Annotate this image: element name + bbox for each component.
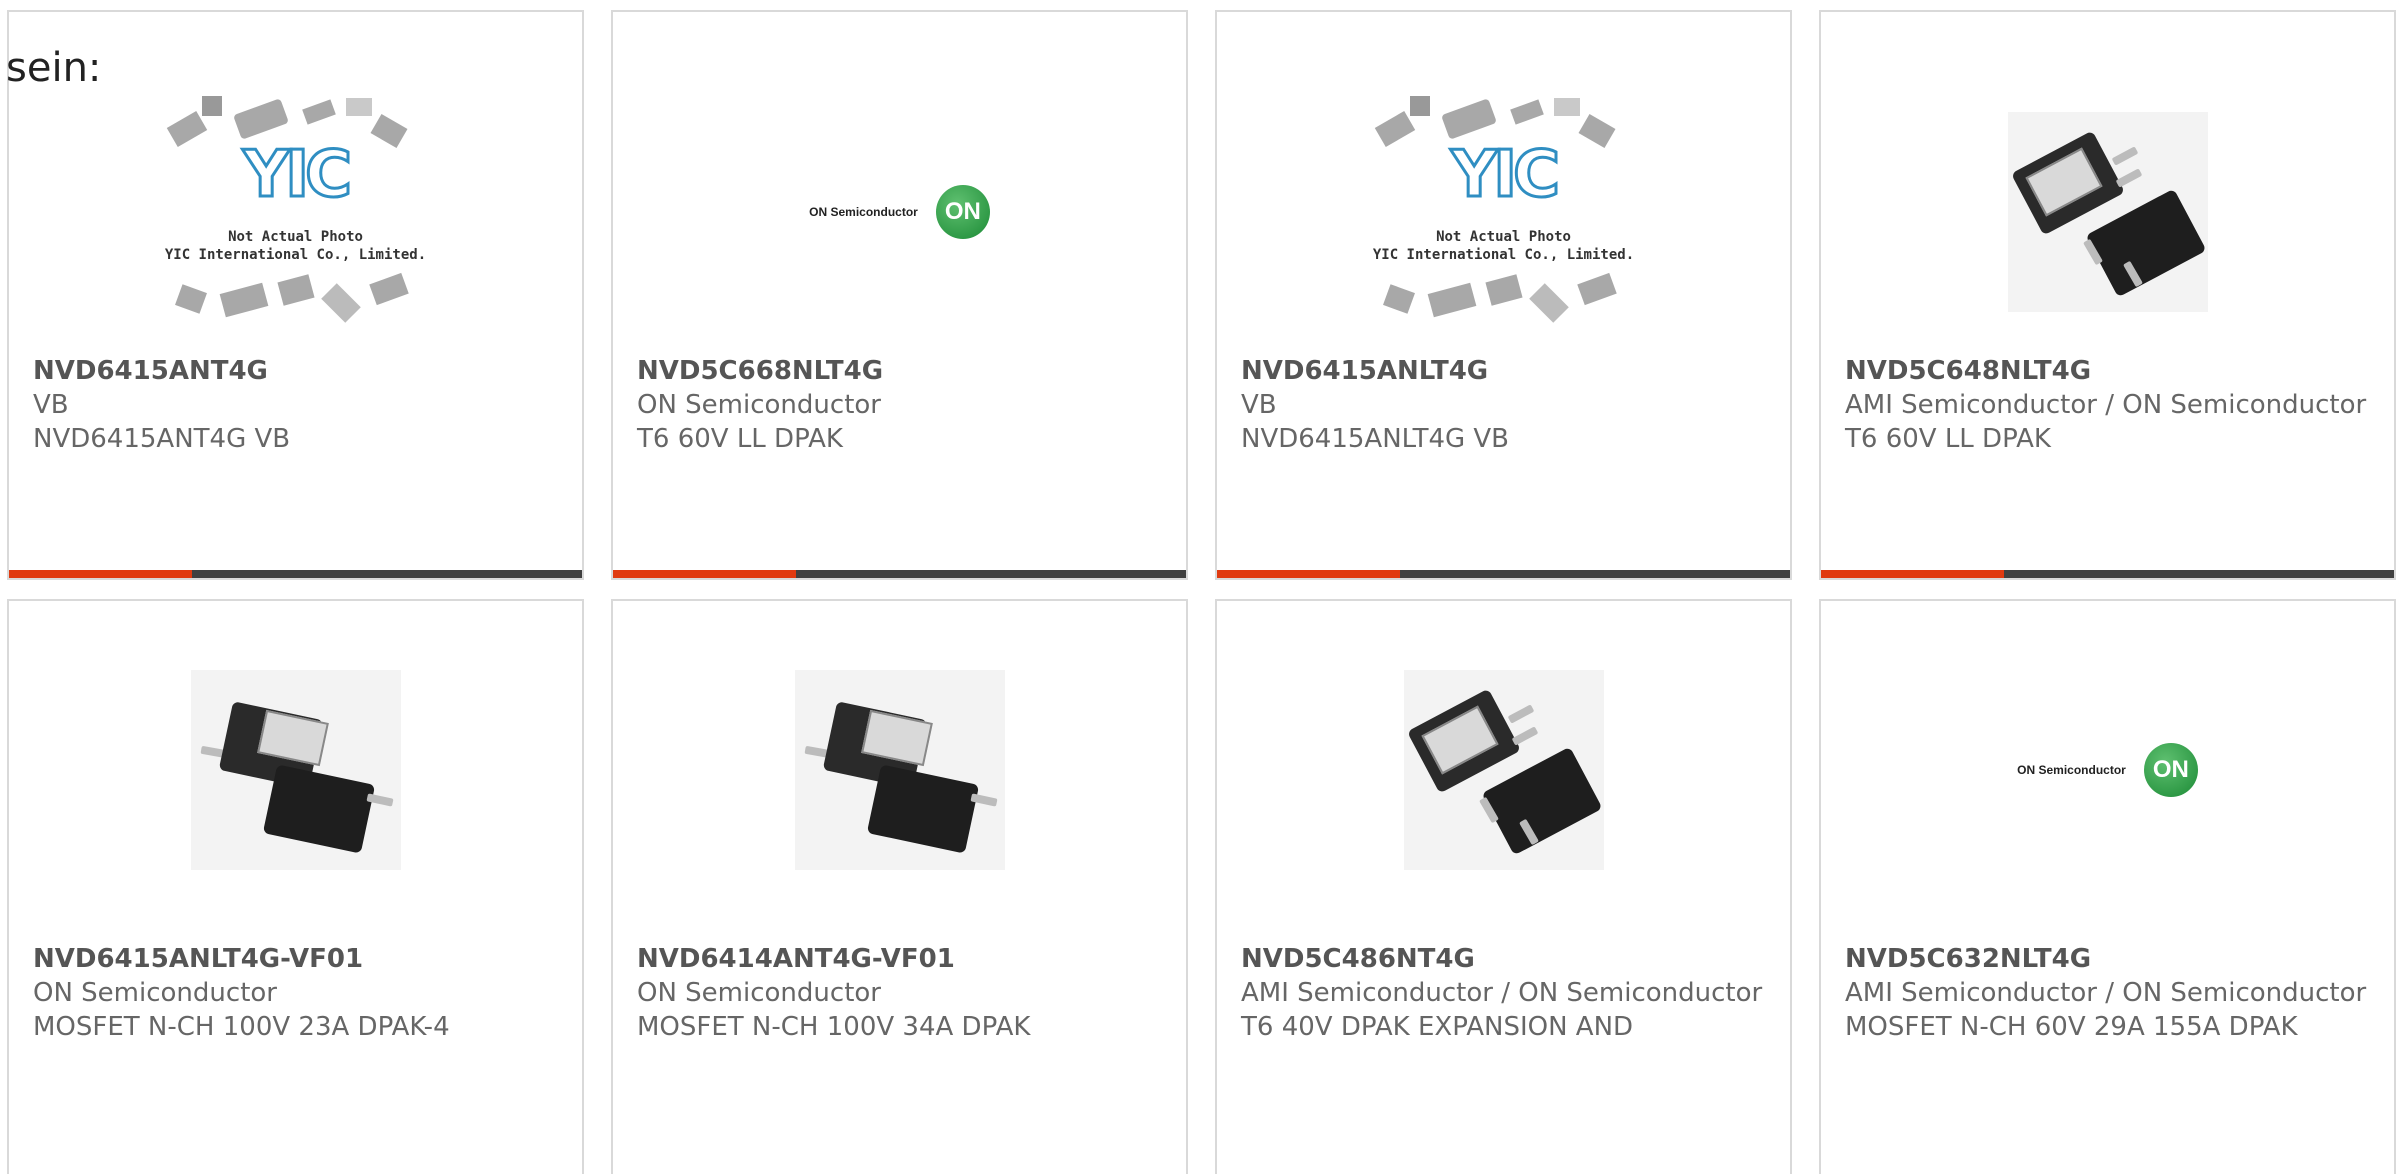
product-info: NVD5C668NLT4G ON Semiconductor T6 60V LL… bbox=[637, 354, 1162, 456]
product-image[interactable]: ON Semiconductor ON bbox=[1958, 665, 2258, 875]
card-bar bbox=[1217, 570, 1790, 578]
product-image[interactable]: YIC Not Actual Photo YIC International C… bbox=[146, 92, 446, 332]
card-bar-accent bbox=[1217, 570, 1400, 578]
dpak-package-image bbox=[1403, 670, 1604, 870]
product-info: NVD5C648NLT4G AMI Semiconductor / ON Sem… bbox=[1845, 354, 2370, 456]
yic-logo: YIC bbox=[1449, 137, 1561, 214]
product-info: NVD6414ANT4G-VF01 ON Semiconductor MOSFE… bbox=[637, 942, 1162, 1044]
card-bar-accent bbox=[613, 570, 796, 578]
product-info: NVD5C486NT4G AMI Semiconductor / ON Semi… bbox=[1241, 942, 1766, 1044]
manufacturer: ON Semiconductor bbox=[33, 978, 277, 1008]
description: T6 60V LL DPAK bbox=[637, 424, 843, 454]
product-image[interactable] bbox=[750, 665, 1050, 875]
product-image[interactable] bbox=[146, 665, 446, 875]
product-image[interactable] bbox=[1958, 92, 2258, 332]
image-note: Not Actual Photo YIC International Co., … bbox=[164, 229, 427, 263]
yic-placeholder-image: YIC Not Actual Photo YIC International C… bbox=[1354, 92, 1654, 332]
description: MOSFET N-CH 100V 23A DPAK-4 bbox=[33, 1012, 450, 1042]
description: T6 60V LL DPAK bbox=[1845, 424, 2051, 454]
product-card[interactable]: NVD5C648NLT4G AMI Semiconductor / ON Sem… bbox=[1819, 10, 2396, 580]
manufacturer: ON Semiconductor bbox=[637, 978, 881, 1008]
part-number[interactable]: NVD5C486NT4G bbox=[1241, 942, 1766, 976]
dpak-package-image bbox=[190, 670, 401, 870]
card-bar-accent bbox=[9, 570, 192, 578]
on-semiconductor-logo: ON Semiconductor ON bbox=[2017, 743, 2198, 797]
part-number[interactable]: NVD5C648NLT4G bbox=[1845, 354, 2370, 388]
description: NVD6415ANT4G VB bbox=[33, 424, 291, 454]
product-card[interactable]: NVD6414ANT4G-VF01 ON Semiconductor MOSFE… bbox=[611, 599, 1188, 1174]
dpak-package-image bbox=[794, 670, 1005, 870]
product-image[interactable]: YIC Not Actual Photo YIC International C… bbox=[1354, 92, 1654, 332]
product-info: NVD6415ANT4G VB NVD6415ANT4G VB bbox=[33, 354, 558, 456]
yic-logo: YIC bbox=[241, 137, 353, 214]
part-number[interactable]: NVD6414ANT4G-VF01 bbox=[637, 942, 1162, 976]
product-card[interactable]: YIC Not Actual Photo YIC International C… bbox=[1215, 10, 1792, 580]
card-bar-accent bbox=[1821, 570, 2004, 578]
description: MOSFET N-CH 100V 34A DPAK bbox=[637, 1012, 1031, 1042]
description: T6 40V DPAK EXPANSION AND bbox=[1241, 1012, 1634, 1042]
product-image[interactable] bbox=[1354, 665, 1654, 875]
product-info: NVD6415ANLT4G-VF01 ON Semiconductor MOSF… bbox=[33, 942, 558, 1044]
product-info: NVD6415ANLT4G VB NVD6415ANLT4G VB bbox=[1241, 354, 1766, 456]
product-card[interactable]: NVD5C486NT4G AMI Semiconductor / ON Semi… bbox=[1215, 599, 1792, 1174]
manufacturer: VB bbox=[1241, 390, 1277, 420]
manufacturer: ON Semiconductor bbox=[637, 390, 881, 420]
part-number[interactable]: NVD6415ANLT4G-VF01 bbox=[33, 942, 558, 976]
description: MOSFET N-CH 60V 29A 155A DPAK bbox=[1845, 1012, 2298, 1042]
part-number[interactable]: NVD6415ANLT4G bbox=[1241, 354, 1766, 388]
manufacturer: AMI Semiconductor / ON Semiconductor bbox=[1241, 978, 1763, 1008]
part-number[interactable]: NVD6415ANT4G bbox=[33, 354, 558, 388]
card-bar bbox=[9, 570, 582, 578]
yic-placeholder-image: YIC Not Actual Photo YIC International C… bbox=[146, 92, 446, 332]
manufacturer: VB bbox=[33, 390, 69, 420]
product-image[interactable]: ON Semiconductor ON bbox=[750, 92, 1050, 332]
manufacturer: AMI Semiconductor / ON Semiconductor bbox=[1845, 390, 2367, 420]
card-bar bbox=[1821, 570, 2394, 578]
page-label: sein: bbox=[6, 45, 102, 91]
description: NVD6415ANLT4G VB bbox=[1241, 424, 1510, 454]
card-bar bbox=[613, 570, 1186, 578]
product-card[interactable]: NVD6415ANLT4G-VF01 ON Semiconductor MOSF… bbox=[7, 599, 584, 1174]
product-card[interactable]: ON Semiconductor ON NVD5C668NLT4G ON Sem… bbox=[611, 10, 1188, 580]
manufacturer: AMI Semiconductor / ON Semiconductor bbox=[1845, 978, 2367, 1008]
product-info: NVD5C632NLT4G AMI Semiconductor / ON Sem… bbox=[1845, 942, 2370, 1044]
product-card[interactable]: ON Semiconductor ON NVD5C632NLT4G AMI Se… bbox=[1819, 599, 2396, 1174]
on-semiconductor-logo: ON Semiconductor ON bbox=[809, 185, 990, 239]
part-number[interactable]: NVD5C632NLT4G bbox=[1845, 942, 2370, 976]
dpak-package-image bbox=[2007, 112, 2208, 312]
part-number[interactable]: NVD5C668NLT4G bbox=[637, 354, 1162, 388]
image-note: Not Actual Photo YIC International Co., … bbox=[1372, 229, 1635, 263]
